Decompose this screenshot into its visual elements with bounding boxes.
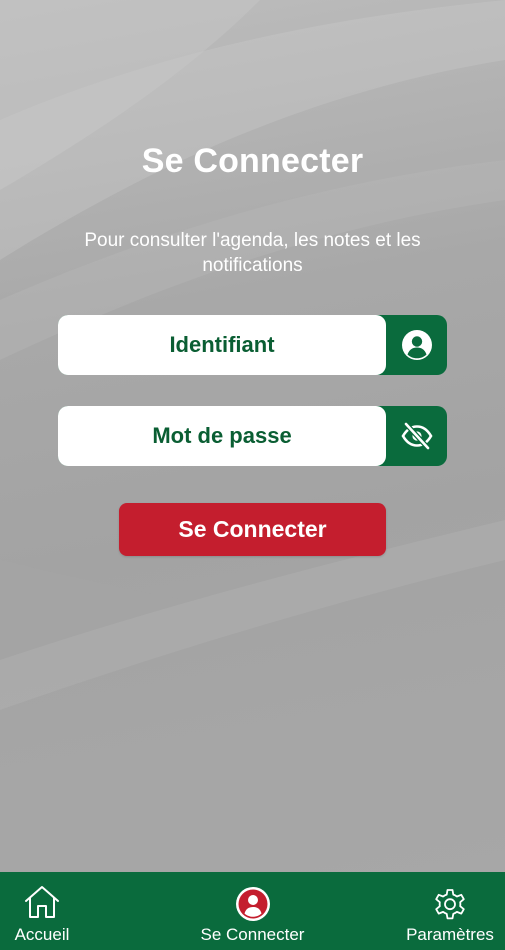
username-input[interactable]: Identifiant [58,315,386,375]
login-button[interactable]: Se Connecter [119,503,386,556]
password-input[interactable]: Mot de passe [58,406,386,466]
user-circle-icon [235,887,270,921]
eye-slash-icon [401,422,432,450]
user-circle-icon [401,330,432,360]
nav-item-home[interactable]: Accueil [0,872,84,950]
nav-item-login-label: Se Connecter [200,925,305,944]
page-subtitle: Pour consulter l'agenda, les notes et le… [84,230,421,276]
page-title: Se Connecter [141,142,364,180]
username-icon-button [386,315,447,375]
nav-item-home-label: Accueil [14,925,70,944]
password-field: Mot de passe [58,406,447,466]
nav-item-settings-label: Paramètres [406,925,494,944]
bottom-navigation-bar: Accueil Se Connecter Paramètres [0,872,505,950]
nav-item-login[interactable]: Se Connecter [190,872,315,950]
username-field: Identifiant [58,315,447,375]
toggle-password-visibility-button[interactable] [386,406,447,466]
nav-item-settings[interactable]: Paramètres [395,872,505,950]
home-icon [25,886,59,918]
gear-icon [435,889,465,920]
